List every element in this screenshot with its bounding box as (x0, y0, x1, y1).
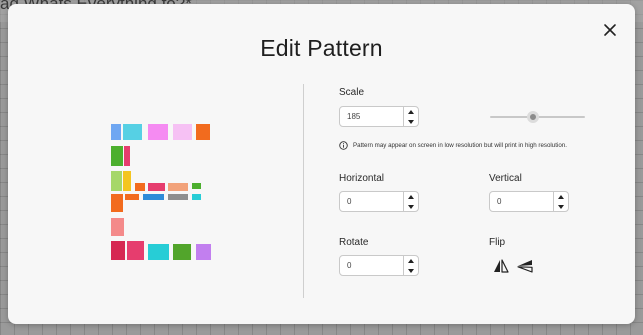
preview-tile (111, 218, 124, 236)
rotate-increment-button[interactable] (404, 256, 418, 265)
flip-vertical-icon (517, 260, 533, 273)
scale-slider-thumb[interactable] (527, 111, 539, 123)
scale-label: Scale (339, 87, 365, 98)
horizontal-label: Horizontal (339, 173, 385, 184)
scale-stepper (339, 106, 419, 127)
preview-tile (123, 171, 131, 191)
preview-tile (192, 183, 201, 189)
close-icon (604, 24, 616, 36)
vertical-divider (303, 84, 304, 298)
preview-tile (124, 146, 130, 166)
rotate-input[interactable] (340, 256, 404, 275)
caret-up-icon (558, 194, 564, 199)
flip-vertical-button[interactable] (517, 259, 533, 273)
preview-tile (196, 124, 210, 140)
scale-increment-button[interactable] (404, 107, 418, 116)
horizontal-input[interactable] (340, 192, 404, 211)
preview-tile (192, 194, 201, 200)
resolution-note: Pattern may appear on screen in low reso… (339, 141, 567, 150)
dialog-title: Edit Pattern (260, 35, 383, 61)
vertical-arrows (553, 192, 568, 211)
preview-tile (111, 146, 123, 166)
vertical-input[interactable] (490, 192, 554, 211)
flip-label: Flip (489, 237, 506, 248)
caret-up-icon (408, 194, 414, 199)
preview-tile (111, 194, 123, 212)
preview-tile (168, 183, 188, 191)
preview-tile (196, 244, 211, 260)
preview-tile (135, 183, 145, 191)
preview-tile (143, 194, 164, 200)
preview-tile (173, 124, 192, 140)
scale-input[interactable] (340, 107, 404, 126)
scale-decrement-button[interactable] (404, 117, 418, 126)
info-icon (339, 141, 348, 150)
caret-down-icon (558, 204, 564, 209)
close-button[interactable] (601, 21, 619, 39)
preview-tile (111, 124, 121, 140)
horizontal-arrows (403, 192, 418, 211)
caret-down-icon (408, 119, 414, 124)
resolution-note-text: Pattern may appear on screen in low reso… (353, 142, 567, 149)
flip-horizontal-icon (494, 259, 509, 273)
rotate-stepper (339, 255, 419, 276)
preview-tile (148, 244, 169, 260)
caret-down-icon (408, 204, 414, 209)
rotate-arrows (403, 256, 418, 275)
preview-tile (168, 194, 188, 200)
vertical-decrement-button[interactable] (554, 202, 568, 211)
preview-tile (173, 244, 191, 260)
caret-down-icon (408, 268, 414, 273)
vertical-stepper (489, 191, 569, 212)
caret-up-icon (408, 109, 414, 114)
preview-tile (111, 171, 122, 191)
rotate-decrement-button[interactable] (404, 266, 418, 275)
horizontal-decrement-button[interactable] (404, 202, 418, 211)
caret-up-icon (408, 258, 414, 263)
edit-pattern-dialog: Edit Pattern Scale 185 Pattern may appea… (8, 4, 635, 324)
rotate-label: Rotate (339, 237, 369, 248)
horizontal-increment-button[interactable] (404, 192, 418, 201)
preview-tile (111, 241, 125, 260)
horizontal-stepper (339, 191, 419, 212)
preview-tile (123, 124, 142, 140)
flip-horizontal-button[interactable] (493, 259, 509, 273)
preview-tile (148, 183, 165, 191)
preview-tile (125, 194, 139, 200)
vertical-increment-button[interactable] (554, 192, 568, 201)
vertical-label: Vertical (489, 173, 522, 184)
pattern-preview (111, 124, 221, 264)
preview-tile (148, 124, 168, 140)
scale-arrows (403, 107, 418, 126)
preview-tile (127, 241, 144, 260)
